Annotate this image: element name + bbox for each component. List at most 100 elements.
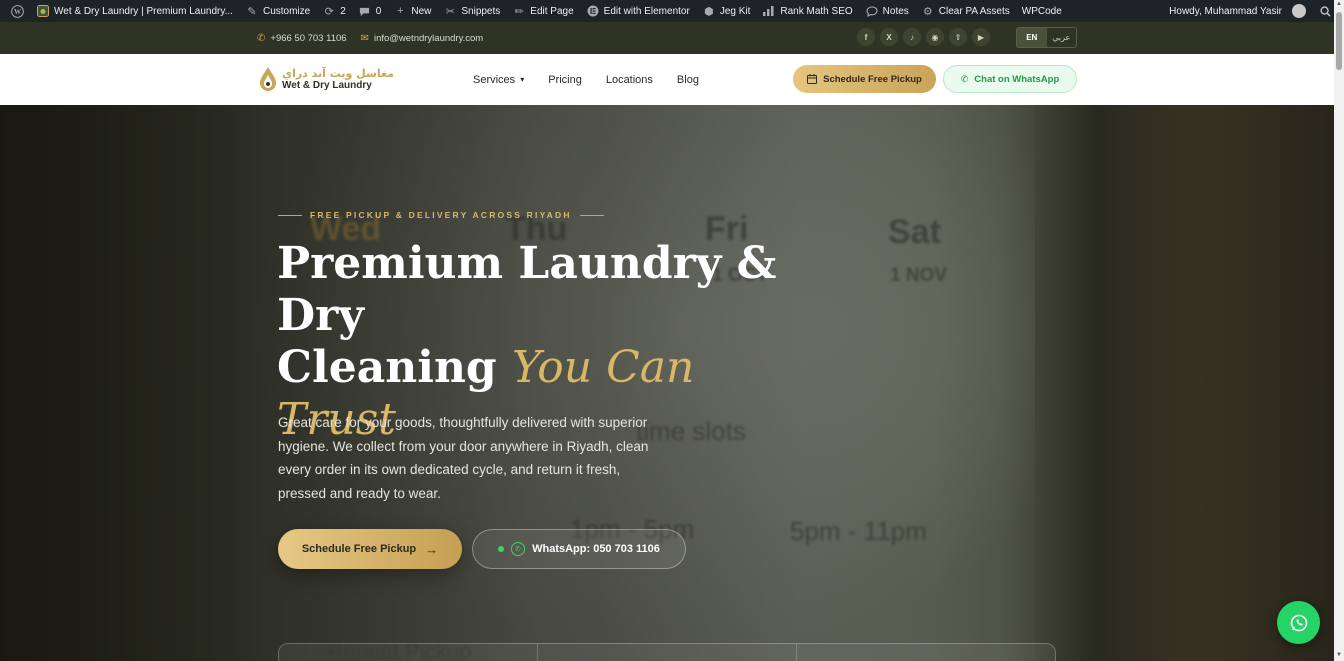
logo-english-text: Wet & Dry Laundry bbox=[282, 80, 372, 91]
refresh-icon: ⟳ bbox=[324, 5, 334, 18]
hero-schedule-pickup-button[interactable]: Schedule Free Pickup → bbox=[278, 529, 462, 569]
bg-date-nov: 1 NOV bbox=[890, 265, 948, 286]
rank-math-icon bbox=[762, 4, 776, 18]
scrollbar-thumb[interactable] bbox=[1336, 12, 1342, 70]
updates-count: 2 bbox=[340, 5, 346, 17]
elementor-icon bbox=[586, 4, 600, 18]
new-content-link[interactable]: + New bbox=[387, 0, 437, 22]
facebook-icon[interactable]: f bbox=[857, 28, 875, 46]
howdy-label: Howdy, Muhammad Yasir bbox=[1169, 5, 1282, 17]
menu-label-services: Services bbox=[473, 73, 516, 86]
comments-link[interactable]: 0 bbox=[352, 0, 388, 22]
menu-item-blog[interactable]: Blog bbox=[677, 74, 699, 86]
whatsapp-icon bbox=[1290, 614, 1307, 631]
language-switcher: EN عربي bbox=[1016, 27, 1077, 48]
wp-logo-menu[interactable]: W bbox=[4, 0, 30, 22]
snapchat-icon[interactable]: ⇧ bbox=[949, 28, 967, 46]
gear-icon: ⚙ bbox=[922, 5, 933, 18]
hero-info-card bbox=[278, 643, 1056, 661]
site-logo[interactable]: مغاسل ويت آند دراي Wet & Dry Laundry bbox=[258, 66, 394, 93]
bg-day-sat: Sat bbox=[888, 213, 941, 251]
header-schedule-pickup-button[interactable]: Schedule Free Pickup bbox=[793, 65, 936, 93]
email-address: info@wetndrylaundry.com bbox=[373, 32, 484, 44]
wp-admin-bar: W Wet & Dry Laundry | Premium Laundry...… bbox=[0, 0, 1344, 22]
jeg-kit-link[interactable]: ⬢ Jeg Kit bbox=[696, 0, 757, 22]
menu-item-services[interactable]: Services ▾ bbox=[473, 74, 524, 86]
eyebrow-text: FREE PICKUP & DELIVERY ACROSS RIYADH bbox=[310, 210, 572, 220]
header-schedule-label: Schedule Free Pickup bbox=[823, 73, 922, 85]
youtube-icon[interactable]: ▶ bbox=[972, 28, 990, 46]
snippets-link[interactable]: ✂ Snippets bbox=[437, 0, 506, 22]
hero-eyebrow: FREE PICKUP & DELIVERY ACROSS RIYADH bbox=[278, 210, 604, 220]
x-twitter-icon[interactable]: X bbox=[880, 28, 898, 46]
new-label: New bbox=[411, 5, 432, 17]
edit-elementor-link[interactable]: Edit with Elementor bbox=[580, 0, 696, 22]
hero-section: Wed Thu Fri Sat 1 OCT 1 NOV time slots 1… bbox=[0, 105, 1334, 661]
hero-title-word: Cleaning bbox=[277, 342, 497, 393]
social-links: f X ♪ ◉ ⇧ ▶ bbox=[857, 28, 990, 46]
logo-drop-icon bbox=[260, 67, 276, 91]
eyebrow-line-right bbox=[579, 214, 604, 216]
instagram-icon[interactable]: ◉ bbox=[926, 28, 944, 46]
phone-link[interactable]: ✆ +966 50 703 1106 bbox=[257, 33, 347, 44]
snippets-label: Snippets bbox=[461, 5, 501, 17]
notes-link[interactable]: Notes bbox=[859, 0, 915, 22]
plus-icon: + bbox=[397, 5, 404, 17]
menu-item-pricing[interactable]: Pricing bbox=[548, 74, 582, 86]
menu-label-pricing: Pricing bbox=[548, 73, 582, 86]
edit-page-link[interactable]: ✏ Edit Page bbox=[506, 0, 579, 22]
phone-icon: ✆ bbox=[257, 32, 266, 44]
site-name-link[interactable]: Wet & Dry Laundry | Premium Laundry... bbox=[30, 0, 239, 22]
arrow-right-icon: → bbox=[425, 541, 439, 557]
lang-ar-button[interactable]: عربي bbox=[1047, 28, 1077, 47]
speech-bubble-icon bbox=[865, 4, 879, 18]
search-icon bbox=[1318, 4, 1332, 18]
paintbrush-icon: ✎ bbox=[247, 5, 257, 18]
header-whatsapp-label: Chat on WhatsApp bbox=[974, 73, 1060, 85]
customize-link[interactable]: ✎ Customize bbox=[239, 0, 316, 22]
site-name-label: Wet & Dry Laundry | Premium Laundry... bbox=[54, 5, 233, 17]
updates-link[interactable]: ⟳ 2 bbox=[316, 0, 352, 22]
clear-pa-assets-link[interactable]: ⚙ Clear PA Assets bbox=[915, 0, 1016, 22]
lang-en-button[interactable]: EN bbox=[1017, 28, 1047, 47]
edit-page-label: Edit Page bbox=[530, 5, 574, 17]
scroll-up-arrow-icon[interactable]: ▲ bbox=[1335, 1, 1343, 9]
scroll-down-arrow-icon[interactable]: ▼ bbox=[1335, 652, 1343, 660]
email-link[interactable]: ✉ info@wetndrylaundry.com bbox=[361, 33, 484, 44]
pencil-icon: ✏ bbox=[514, 5, 524, 18]
chevron-down-icon: ▾ bbox=[520, 75, 525, 84]
logo-arabic-text: مغاسل ويت آند دراي bbox=[282, 67, 394, 80]
hero-whatsapp-button[interactable]: ✆ WhatsApp: 050 703 1106 bbox=[472, 529, 686, 569]
svg-text:W: W bbox=[13, 8, 21, 16]
phone-number: +966 50 703 1106 bbox=[270, 32, 347, 44]
wordpress-icon: W bbox=[10, 4, 24, 18]
top-contact-bar: ✆ +966 50 703 1106 ✉ info@wetndrylaundry… bbox=[0, 22, 1334, 54]
customize-label: Customize bbox=[262, 5, 311, 17]
wpcode-link[interactable]: WPCode bbox=[1016, 0, 1068, 22]
menu-item-locations[interactable]: Locations bbox=[606, 74, 653, 86]
wpcode-label: WPCode bbox=[1021, 5, 1062, 17]
online-dot-icon bbox=[498, 546, 505, 552]
jeg-kit-icon: ⬢ bbox=[704, 5, 714, 18]
menu-label-blog: Blog bbox=[676, 73, 699, 86]
page-scrollbar[interactable] bbox=[1334, 0, 1344, 661]
bg-slot-2: 5pm - 11pm bbox=[790, 516, 927, 546]
envelope-icon: ✉ bbox=[360, 32, 369, 44]
clear-pa-label: Clear PA Assets bbox=[938, 5, 1010, 17]
floating-whatsapp-button[interactable] bbox=[1277, 601, 1320, 644]
notes-label: Notes bbox=[882, 5, 909, 17]
info-card-cell bbox=[797, 644, 1055, 661]
tiktok-icon[interactable]: ♪ bbox=[903, 28, 921, 46]
rank-math-link[interactable]: Rank Math SEO bbox=[756, 0, 858, 22]
menu-label-locations: Locations bbox=[605, 73, 653, 86]
main-header: مغاسل ويت آند دراي Wet & Dry Laundry Ser… bbox=[0, 54, 1334, 105]
info-card-cell bbox=[538, 644, 797, 661]
my-account-link[interactable]: Howdy, Muhammad Yasir bbox=[1163, 0, 1312, 22]
comments-count: 0 bbox=[375, 5, 382, 17]
jeg-kit-label: Jeg Kit bbox=[719, 5, 751, 17]
hero-title-line2: Dry bbox=[277, 290, 364, 341]
avatar bbox=[1292, 4, 1306, 18]
header-whatsapp-button[interactable]: ✆ Chat on WhatsApp bbox=[943, 65, 1077, 93]
primary-menu: Services ▾ Pricing Locations Blog bbox=[473, 54, 699, 105]
hero-whatsapp-label: WhatsApp: 050 703 1106 bbox=[532, 543, 660, 555]
